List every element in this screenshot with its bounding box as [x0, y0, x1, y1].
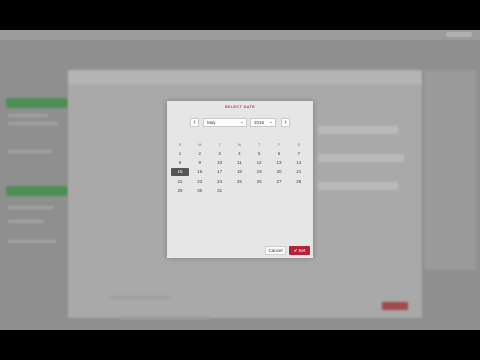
background-red-button: [382, 302, 408, 310]
chevron-down-icon: ⌄: [239, 119, 244, 125]
background-panel-header: [68, 70, 422, 84]
app-screen: SELECT DATE ‹ May ⌄ 2016 ⌄ › SMTWTFS1234…: [0, 30, 480, 330]
day-cell[interactable]: 29: [171, 187, 189, 195]
day-cell[interactable]: 9: [191, 159, 209, 167]
next-month-button[interactable]: ›: [281, 118, 290, 127]
weekday-header: S: [297, 143, 301, 147]
weekday-header: S: [178, 143, 182, 147]
day-cell-selected[interactable]: 15: [171, 168, 189, 177]
background-field: [318, 154, 404, 162]
day-cell[interactable]: 30: [191, 187, 209, 195]
day-cell[interactable]: 13: [270, 159, 288, 167]
day-cell[interactable]: 24: [211, 178, 229, 186]
weekday-header: W: [237, 143, 242, 147]
day-cell[interactable]: 14: [290, 159, 308, 167]
day-cell[interactable]: 22: [171, 178, 189, 186]
day-cell[interactable]: 7: [290, 150, 308, 158]
background-right-column: [424, 70, 476, 270]
day-cell[interactable]: 1: [171, 150, 189, 158]
background-field: [318, 182, 398, 190]
year-value: 2016: [254, 120, 265, 125]
background-green-button: [6, 98, 68, 108]
chevron-right-icon: ›: [284, 119, 287, 126]
background-text-line: [8, 150, 52, 153]
day-cell[interactable]: 20: [270, 168, 288, 176]
set-button-label: Set: [298, 248, 306, 253]
day-cell[interactable]: 8: [171, 159, 189, 167]
date-picker-dialog: SELECT DATE ‹ May ⌄ 2016 ⌄ › SMTWTFS1234…: [167, 101, 313, 258]
background-green-button: [6, 186, 68, 196]
day-cell[interactable]: 25: [230, 178, 248, 186]
day-cell[interactable]: 10: [211, 159, 229, 167]
chevron-down-icon: ⌄: [268, 119, 273, 125]
day-cell[interactable]: 16: [191, 168, 209, 176]
background-field: [318, 126, 398, 134]
day-cell[interactable]: 26: [250, 178, 268, 186]
day-cell[interactable]: 4: [230, 150, 248, 158]
day-cell[interactable]: 18: [230, 168, 248, 176]
month-value: May: [207, 120, 216, 125]
background-text-line: [8, 240, 56, 243]
background-text-line: [110, 296, 170, 299]
weekday-header: T: [258, 143, 261, 147]
check-icon: ✔: [293, 248, 298, 253]
day-cell[interactable]: 23: [191, 178, 209, 186]
background-text-line: [120, 316, 210, 319]
background-text-line: [8, 220, 44, 223]
day-cell[interactable]: 3: [211, 150, 229, 158]
weekday-header: F: [277, 143, 281, 147]
day-cell[interactable]: 21: [290, 168, 308, 176]
day-cell[interactable]: 31: [211, 187, 229, 195]
day-cell[interactable]: 28: [290, 178, 308, 186]
day-cell[interactable]: 2: [191, 150, 209, 158]
prev-month-button[interactable]: ‹: [190, 118, 199, 127]
year-select[interactable]: 2016 ⌄: [250, 118, 276, 127]
dialog-title: SELECT DATE: [224, 105, 256, 109]
background-text-line: [8, 206, 54, 209]
month-select[interactable]: May ⌄: [203, 118, 247, 127]
day-cell[interactable]: 5: [250, 150, 268, 158]
weekday-header: M: [198, 143, 202, 147]
day-cell[interactable]: 17: [211, 168, 229, 176]
background-corner-control: [446, 32, 472, 37]
day-cell[interactable]: 27: [270, 178, 288, 186]
background-text-line: [8, 122, 58, 125]
day-cell[interactable]: 19: [250, 168, 268, 176]
cancel-button[interactable]: Cancel: [265, 246, 286, 255]
day-cell[interactable]: 6: [270, 150, 288, 158]
set-button[interactable]: ✔Set: [289, 246, 310, 255]
day-cell[interactable]: 11: [230, 159, 248, 167]
day-cell[interactable]: 12: [250, 159, 268, 167]
chevron-left-icon: ‹: [193, 119, 196, 126]
background-topbar: [0, 30, 480, 40]
background-text-line: [8, 114, 48, 117]
weekday-header: T: [218, 143, 221, 147]
